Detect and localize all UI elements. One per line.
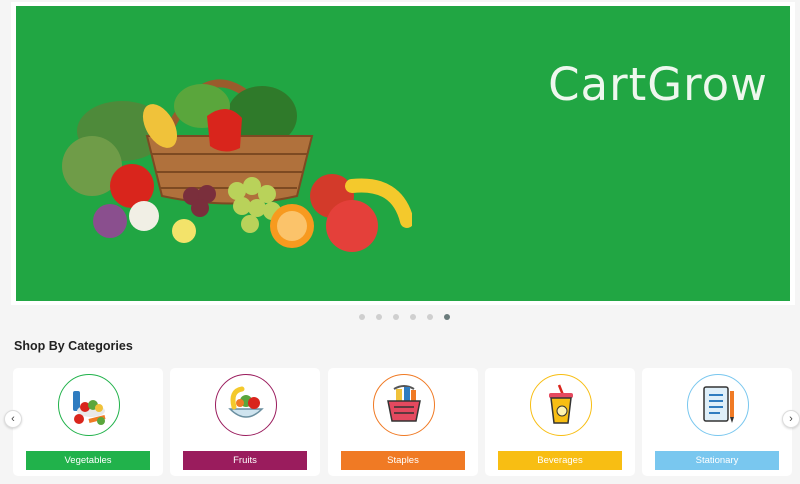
category-label: Vegetables (26, 451, 150, 470)
carousel-dot[interactable] (393, 314, 399, 320)
chevron-right-icon[interactable]: › (782, 410, 800, 428)
vegetables-icon (58, 374, 120, 436)
category-card-vegetables[interactable]: Vegetables (13, 368, 163, 476)
carousel-dots (359, 314, 450, 320)
fruits-icon (215, 374, 277, 436)
category-label: Beverages (498, 451, 622, 470)
vegetable-basket-image (62, 79, 412, 252)
category-label: Fruits (183, 451, 307, 470)
carousel-dot[interactable] (359, 314, 365, 320)
category-carousel: Vegetables Fruits Staples Beverages Stat… (13, 368, 793, 476)
category-label: Staples (341, 451, 465, 470)
carousel-dot[interactable] (410, 314, 416, 320)
stationary-icon (687, 374, 749, 436)
category-card-stationary[interactable]: Stationary (642, 368, 792, 476)
category-card-beverages[interactable]: Beverages (485, 368, 635, 476)
category-card-fruits[interactable]: Fruits (170, 368, 320, 476)
category-label: Stationary (655, 451, 779, 470)
beverages-icon (530, 374, 592, 436)
section-title: Shop By Categories (14, 339, 133, 353)
carousel-dot[interactable] (376, 314, 382, 320)
carousel-dot-active[interactable] (444, 314, 450, 320)
carousel-dot[interactable] (427, 314, 433, 320)
brand-logo-text: CartGrow (548, 58, 768, 111)
chevron-left-icon[interactable]: ‹ (4, 410, 22, 428)
hero-banner[interactable]: CartGrow (16, 6, 790, 301)
staples-icon (373, 374, 435, 436)
category-card-staples[interactable]: Staples (328, 368, 478, 476)
